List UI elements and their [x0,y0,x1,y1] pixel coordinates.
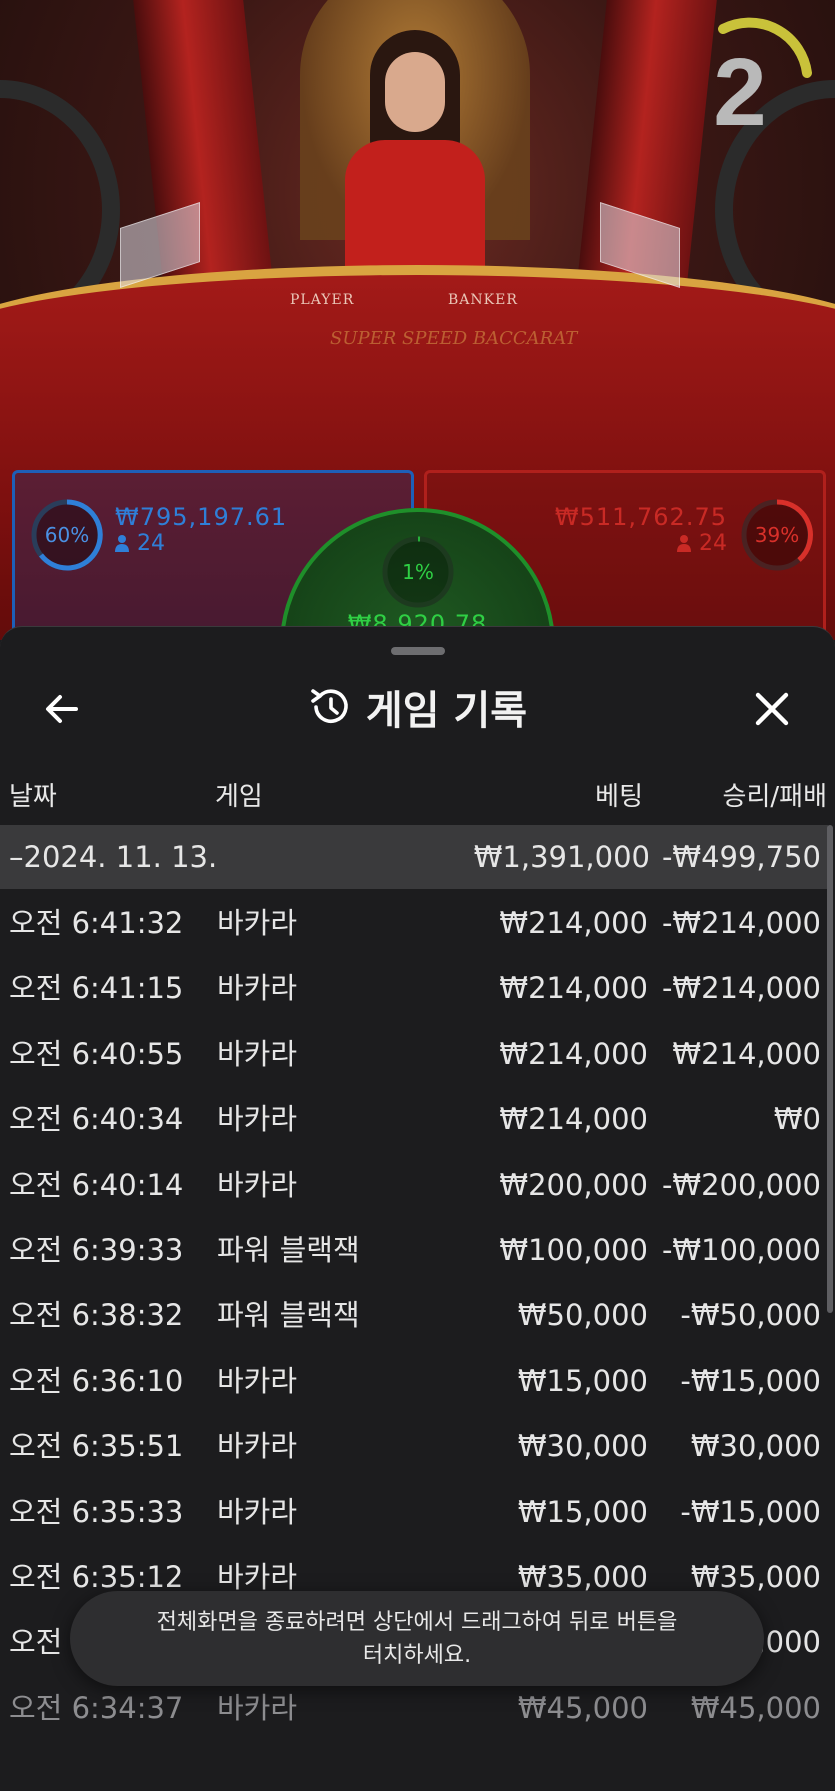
banker-bet-amount: ₩511,762.75 [554,503,727,531]
table-row[interactable]: 오전 6:39:33 파워 블랙잭 ₩100,000 -₩100,000 [0,1218,828,1283]
row-win-loss: ₩214,000 [672,1036,821,1071]
table-row[interactable]: 오전 6:41:15 바카라 ₩214,000 -₩214,000 [0,956,828,1021]
table-row[interactable]: 오전 6:35:51 바카라 ₩30,000 ₩30,000 [0,1414,828,1479]
row-time: 오전 6:35:51 [9,1429,184,1464]
banker-bettor-count-wrap: 24 [677,531,727,556]
row-game: 바카라 [217,1036,298,1071]
round-number: 2 [713,39,767,146]
group-bet-total: ₩1,391,000 [473,840,650,874]
row-time: 오전 6:40:34 [9,1102,184,1137]
row-game: 파워 블랙잭 [217,1298,360,1333]
table-row[interactable]: 오전 6:40:55 바카라 ₩214,000 ₩214,000 [0,1022,828,1087]
felt-logo: SUPER SPEED BACCARAT [330,328,578,349]
person-icon [115,535,129,552]
table-row[interactable]: 오전 6:38:32 파워 블랙잭 ₩50,000 -₩50,000 [0,1283,828,1348]
row-win-loss: ₩30,000 [690,1429,821,1464]
close-icon [755,692,789,726]
banker-percent: 39% [754,523,800,547]
dealer [330,30,500,290]
table-row[interactable]: 오전 6:40:34 바카라 ₩214,000 ₩0 [0,1087,828,1152]
row-time: 오전 6:35:33 [9,1494,184,1529]
row-game: 파워 블랙잭 [217,1232,360,1267]
scrollbar[interactable] [827,825,833,1313]
row-time: 오전 6:39:33 [9,1232,184,1267]
row-game: 바카라 [217,971,298,1006]
drag-handle[interactable] [391,647,445,655]
row-time: 오전 6:36:10 [9,1363,184,1398]
column-header-win-loss: 승리/패배 [722,782,827,812]
row-bet: ₩214,000 [499,1036,648,1071]
row-game: 바카라 [217,1363,298,1398]
history-icon [311,689,348,724]
fullscreen-toast: 전체화면을 종료하려면 상단에서 드래그하여 뒤로 버튼을 터치하세요. [70,1591,764,1686]
panel-header: 게임 기록 [0,675,835,739]
row-bet: ₩100,000 [499,1232,648,1267]
row-game: 바카라 [217,1494,298,1529]
row-time: 오전 6:41:32 [9,906,184,940]
row-win-loss: -₩15,000 [680,1363,821,1398]
row-time: 오전 6:41:15 [9,971,184,1006]
banker-bettor-count: 24 [699,531,727,556]
row-win-loss: -₩214,000 [661,971,821,1006]
player-bettor-count-wrap: 24 [115,531,165,556]
tie-percent: 1% [402,560,434,584]
toast-line-2: 터치하세요. [362,1642,472,1668]
player-bet-amount: ₩795,197.61 [115,503,288,531]
table-row[interactable]: 오전 6:41:32 바카라 ₩214,000 -₩214,000 [0,891,828,956]
row-game: 바카라 [217,906,298,940]
page-title: 게임 기록 [365,688,528,734]
row-bet: ₩15,000 [517,1494,648,1529]
felt-player-label: PLAYER [290,292,355,308]
row-bet: ₩30,000 [517,1429,648,1464]
group-win-loss-total: -₩499,750 [661,840,821,874]
felt-banker-label: BANKER [448,292,518,308]
row-bet: ₩200,000 [499,1167,648,1202]
row-bet: ₩214,000 [499,1102,648,1137]
row-win-loss: -₩15,000 [680,1494,821,1529]
group-date: –2024. 11. 13. [9,840,218,874]
row-time: 오전 6:40:14 [9,1167,184,1202]
column-header-date: 날짜 [9,782,57,812]
row-time: 오전 6:40:55 [9,1036,184,1071]
person-icon [677,535,691,552]
row-win-loss: -₩100,000 [661,1232,821,1267]
row-win-loss: -₩50,000 [680,1298,821,1333]
player-percent: 60% [44,523,90,547]
row-bet: ₩214,000 [499,971,648,1006]
banker-percent-ring: 39% [739,497,815,573]
close-button[interactable] [740,677,804,741]
row-win-loss: ₩0 [773,1102,821,1137]
player-bettor-count: 24 [137,531,165,556]
round-timer: 2 [685,15,815,145]
table-row[interactable]: 오전 6:36:10 바카라 ₩15,000 -₩15,000 [0,1349,828,1414]
toast-line-1: 전체화면을 종료하려면 상단에서 드래그하여 뒤로 버튼을 [156,1609,678,1635]
table-row[interactable]: 오전 6:35:33 바카라 ₩15,000 -₩15,000 [0,1480,828,1545]
row-bet: ₩15,000 [517,1363,648,1398]
row-time: 오전 [9,1625,63,1660]
column-header-bet: 베팅 [595,782,643,812]
date-group-row[interactable]: –2024. 11. 13. ₩1,391,000 -₩499,750 [0,825,828,889]
row-time: 오전 6:38:32 [9,1298,184,1333]
row-game: 바카라 [217,1102,298,1137]
row-win-loss: ,000 [756,1625,821,1660]
row-game: 바카라 [217,1167,298,1202]
player-percent-ring: 60% [29,497,105,573]
row-win-loss: -₩200,000 [661,1167,821,1202]
live-video-feed: PLAYER BANKER SUPER SPEED BACCARAT 2 60%… [0,0,835,640]
row-bet: ₩214,000 [499,906,648,940]
row-bet: ₩50,000 [517,1298,648,1333]
table-row[interactable]: 오전 6:40:14 바카라 ₩200,000 -₩200,000 [0,1153,828,1218]
row-win-loss: -₩214,000 [661,906,821,940]
row-game: 바카라 [217,1429,298,1464]
tie-percent-ring: 1% [380,534,456,610]
column-header-game: 게임 [215,782,263,812]
